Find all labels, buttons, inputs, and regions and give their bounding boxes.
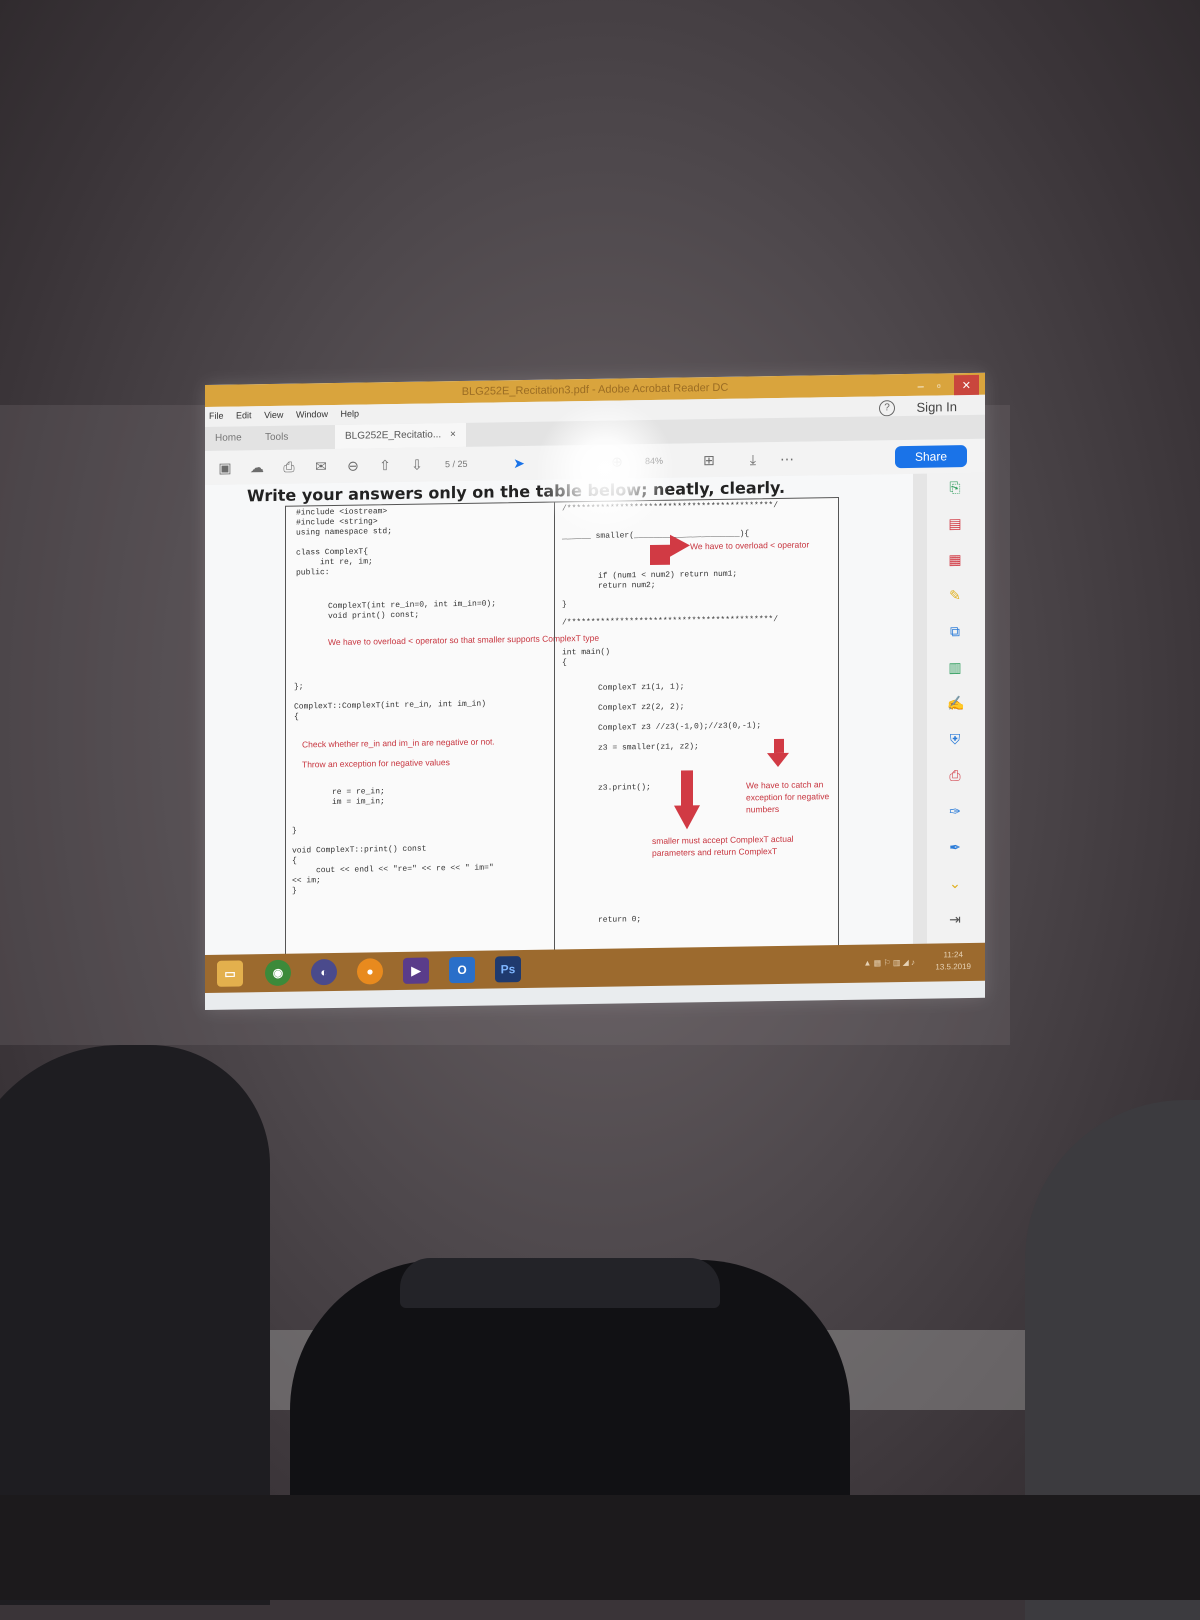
combine-files-icon[interactable]: ⧉: [947, 623, 963, 639]
protect-icon[interactable]: ⛨: [947, 731, 963, 747]
code-separator-top: /***************************************…: [562, 500, 779, 514]
photoshop-icon[interactable]: Ps: [495, 956, 521, 983]
tab-document[interactable]: BLG252E_Recitatio... ×: [335, 422, 466, 449]
tab-document-label: BLG252E_Recitatio...: [345, 429, 442, 442]
red-arrow-catch: [767, 752, 789, 768]
minimize-button[interactable]: –: [918, 376, 924, 398]
red-arrow-right: [670, 534, 690, 557]
red-arrow-shaft: [650, 544, 670, 566]
share-button[interactable]: Share: [895, 445, 967, 469]
page-total: / 25: [452, 458, 468, 470]
sign-icon[interactable]: ✑: [947, 803, 963, 819]
sign-in-link[interactable]: Sign In: [917, 399, 957, 415]
visual-studio-icon[interactable]: ▶: [403, 957, 429, 984]
maximize-button[interactable]: ▫: [937, 375, 941, 397]
previous-page-icon[interactable]: ⇧: [377, 457, 393, 473]
note-overload-lt: We have to overload < operator: [690, 539, 810, 552]
page-current[interactable]: 5: [445, 459, 450, 469]
comment-icon[interactable]: ⤓: [745, 451, 761, 467]
menu-view[interactable]: View: [264, 410, 283, 420]
collapse-panel-icon[interactable]: ⇥: [947, 911, 963, 927]
code-main: int main() {: [562, 647, 611, 668]
code-main-body: ComplexT z1(1, 1); ComplexT z2(2, 2); Co…: [598, 682, 762, 793]
code-close-brace: }: [562, 600, 567, 610]
code-includes: #include <iostream> #include <string> us…: [296, 507, 393, 578]
document-page: Write your answers only on the table bel…: [205, 473, 913, 958]
red-arrow-catch-shaft: [774, 738, 784, 754]
share-label: Share: [914, 449, 948, 464]
projected-screen: BLG252E_Recitation3.pdf - Adobe Acrobat …: [205, 372, 985, 1010]
upload-cloud-icon[interactable]: ☁: [249, 459, 265, 475]
code-if-return: if (num1 < num2) return num1; return num…: [598, 569, 738, 591]
code-constructor-def: }; ComplexT::ComplexT(int re_in, int im_…: [294, 682, 487, 722]
tools-sidebar: ⎘ ▤ ▦ ✎ ⧉ ▥ ✍ ⛨ ⎙ ✑ ✒ ⌄ ⇥: [913, 472, 985, 944]
page-indicator[interactable]: 5 / 25: [445, 459, 468, 469]
select-cursor-icon[interactable]: ➤: [511, 455, 527, 471]
tab-home[interactable]: Home: [215, 432, 242, 443]
more-tools-icon[interactable]: ⋯: [779, 451, 795, 467]
table-divider: [554, 502, 555, 953]
tab-tools[interactable]: Tools: [265, 432, 288, 443]
clock-date: 13.5.2019: [935, 961, 971, 972]
certificates-icon[interactable]: ✒: [947, 839, 963, 855]
rich-media-icon[interactable]: ⌄: [947, 875, 963, 891]
note-check-negative: Check whether re_in and im_in are negati…: [302, 736, 495, 750]
code-constructor-decl: ComplexT(int re_in=0, int im_in=0); void…: [328, 599, 497, 622]
clock-time: 11:24: [943, 950, 963, 960]
fill-sign-icon[interactable]: ✍: [947, 695, 964, 711]
media-icon[interactable]: ●: [357, 958, 383, 985]
send-for-review-icon[interactable]: ⎙: [947, 767, 963, 783]
outlook-icon[interactable]: O: [449, 956, 475, 984]
note-overload-operator: We have to overload < operator so that s…: [328, 632, 600, 648]
note-catch-exception: We have to catch an exception for negati…: [746, 779, 830, 815]
edit-pdf-icon[interactable]: ▥: [947, 659, 963, 675]
red-arrow-smaller: [674, 805, 700, 830]
fit-page-icon[interactable]: ⊞: [701, 452, 717, 468]
system-tray[interactable]: ▲ ▦ ⚐ ▥ ◢ ♪: [864, 958, 915, 968]
foreground-desk: [0, 1495, 1200, 1600]
code-return: return 0;: [598, 915, 642, 925]
zoom-level[interactable]: 84%: [645, 456, 663, 466]
save-icon[interactable]: ▣: [217, 460, 233, 476]
menu-file[interactable]: File: [209, 411, 224, 421]
note-throw-exception: Throw an exception for negative values: [302, 757, 450, 770]
create-pdf-icon[interactable]: ▤: [947, 515, 963, 531]
code-assignments: re = re_in; im = im_in;: [332, 787, 385, 808]
print-icon[interactable]: ⎙: [281, 459, 297, 475]
eclipse-icon[interactable]: ◐: [311, 958, 337, 986]
window-title: BLG252E_Recitation3.pdf - Adobe Acrobat …: [461, 381, 729, 398]
code-separator-mid: /***************************************…: [562, 614, 779, 628]
backpack-top: [400, 1258, 720, 1308]
file-explorer-icon[interactable]: ▭: [217, 960, 243, 987]
zoom-in-icon[interactable]: ⊕: [609, 453, 625, 469]
answer-table: #include <iostream> #include <string> us…: [285, 497, 839, 958]
note-smaller-accept: smaller must accept ComplexT actual para…: [652, 833, 794, 858]
chrome-icon[interactable]: ◉: [265, 959, 291, 987]
export-pdf-icon[interactable]: ⎘: [947, 479, 963, 495]
menu-window[interactable]: Window: [296, 409, 328, 420]
zoom-out-icon[interactable]: ⊖: [345, 458, 361, 474]
next-page-icon[interactable]: ⇩: [409, 457, 425, 473]
close-window-button[interactable]: ✕: [953, 374, 979, 398]
menu-edit[interactable]: Edit: [236, 410, 252, 420]
organize-pages-icon[interactable]: ▦: [947, 551, 963, 567]
comment-tool-icon[interactable]: ✎: [947, 587, 963, 603]
code-print-def: } void ComplexT::print() const { cout <<…: [292, 826, 494, 896]
vertical-scrollbar[interactable]: [913, 473, 927, 944]
red-arrow-smaller-shaft: [681, 770, 693, 807]
taskbar-clock[interactable]: 11:24 13.5.2019: [935, 949, 971, 974]
tab-close-icon[interactable]: ×: [450, 429, 456, 440]
menu-help[interactable]: Help: [340, 409, 359, 419]
email-icon[interactable]: ✉: [313, 458, 329, 474]
help-icon[interactable]: ?: [879, 400, 895, 417]
